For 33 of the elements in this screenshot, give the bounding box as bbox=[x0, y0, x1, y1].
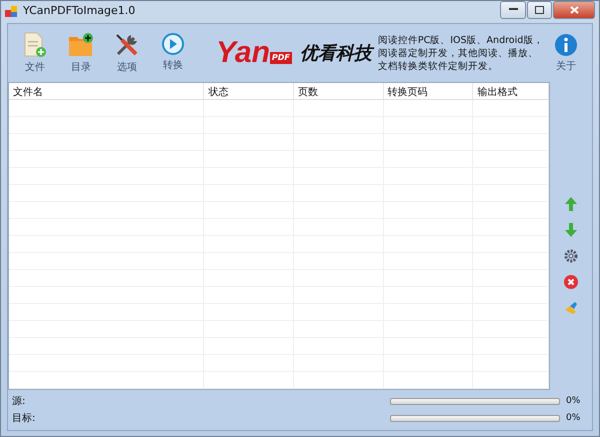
settings-button[interactable] bbox=[564, 249, 578, 263]
minimize-button[interactable] bbox=[500, 0, 526, 18]
logo-text: Yan bbox=[216, 38, 270, 68]
toolbar-button[interactable]: 转换 bbox=[152, 32, 194, 74]
column-header[interactable]: 页数 bbox=[294, 83, 384, 99]
progress-label: 源: bbox=[12, 395, 26, 409]
progress-reading: 0% bbox=[565, 394, 582, 408]
progress-label: 目标: bbox=[12, 412, 36, 426]
play-icon bbox=[161, 32, 185, 56]
minimize-icon bbox=[508, 8, 518, 11]
app-icon bbox=[5, 4, 18, 18]
logo-badge: PDF bbox=[270, 52, 292, 64]
toolbar-button[interactable]: 选项 bbox=[106, 32, 148, 74]
window-title: YCanPDFToImage1.0 bbox=[23, 2, 136, 19]
promo-text: 阅读控件PC版、IOS版、Android版，阅读器定制开发，其他阅读、播放、文档转换类软件定制开发。 bbox=[378, 34, 544, 72]
column-header[interactable]: 状态 bbox=[204, 83, 294, 99]
delete-button[interactable] bbox=[564, 275, 578, 289]
maximize-button[interactable] bbox=[527, 0, 552, 18]
column-header[interactable]: 文件名 bbox=[9, 83, 204, 99]
folder-icon bbox=[68, 32, 94, 58]
toolbar-button[interactable]: 文件 bbox=[14, 32, 56, 74]
maximize-icon bbox=[535, 6, 544, 14]
about-button[interactable]: 关于 bbox=[546, 32, 586, 74]
close-icon bbox=[570, 6, 578, 14]
progress-reading: 0% bbox=[565, 412, 582, 425]
column-header[interactable]: 输出格式 bbox=[473, 83, 549, 99]
column-header[interactable]: 转换页码 bbox=[384, 83, 474, 99]
toolbar-button[interactable]: 目录 bbox=[60, 32, 102, 74]
info-icon bbox=[554, 32, 578, 56]
company-name: 优看科技 bbox=[300, 40, 372, 66]
file-icon bbox=[23, 32, 47, 58]
tools-icon bbox=[114, 32, 140, 58]
close-button[interactable] bbox=[553, 0, 595, 18]
